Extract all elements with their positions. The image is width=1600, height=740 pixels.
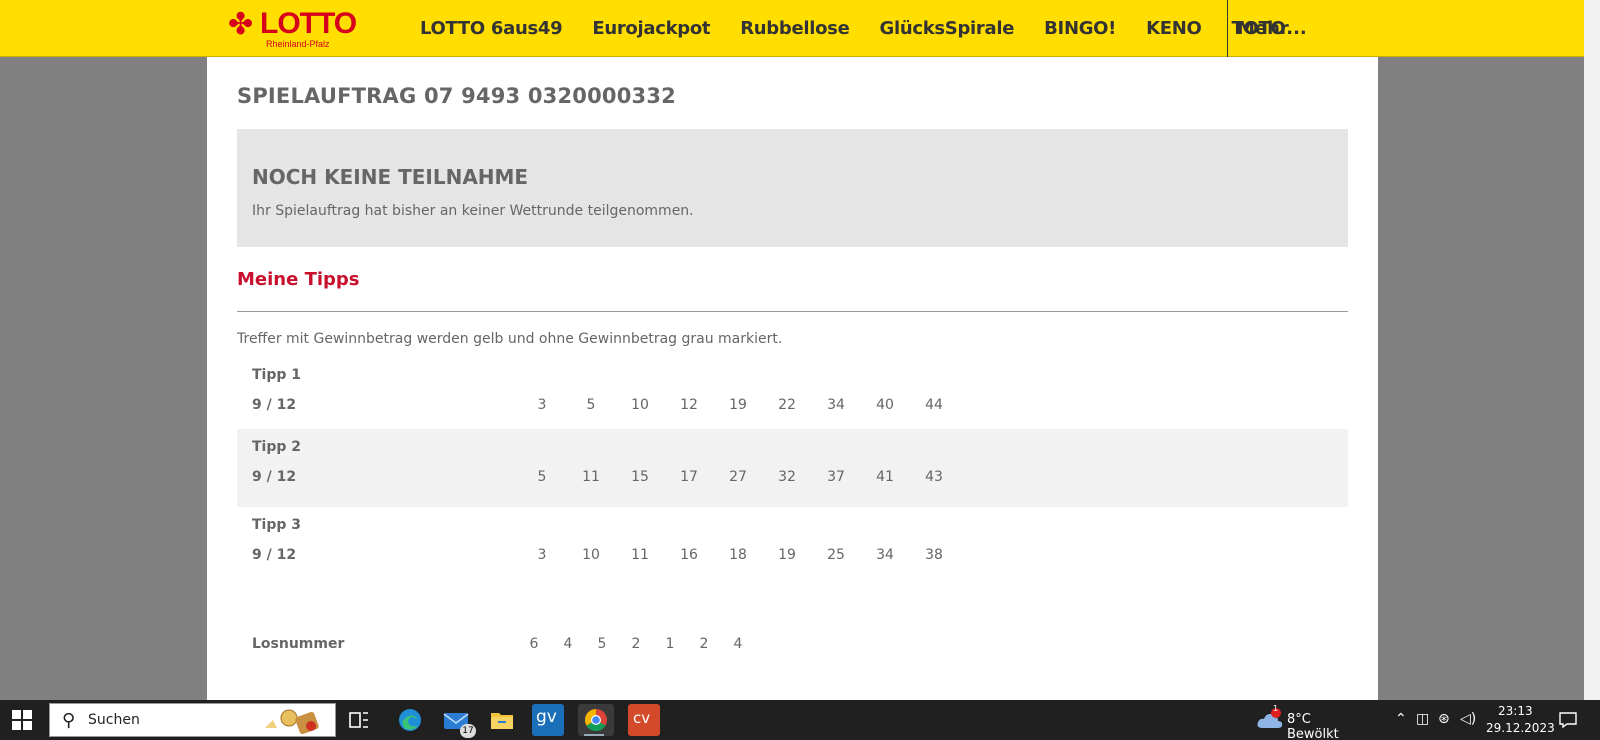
tip-number: 19	[778, 547, 796, 563]
tip-number: 44	[925, 397, 943, 413]
nav-divider	[1227, 0, 1228, 57]
nav-lotto-6aus49[interactable]: LOTTO 6aus49	[420, 18, 563, 39]
losnummer-digit: 4	[563, 636, 573, 652]
nav-bingo[interactable]: BINGO!	[1044, 18, 1116, 39]
tip-number: 12	[680, 397, 698, 413]
clock-date[interactable]: 29.12.2023	[1486, 721, 1555, 735]
search-label: Suchen	[88, 712, 140, 728]
site-header: ✤ LOTTO Rheinland-Pfalz LOTTO 6aus49 Eur…	[0, 0, 1584, 57]
tip-number: 18	[729, 547, 747, 563]
scrollbar[interactable]	[1584, 0, 1600, 700]
tip-row-2: Tipp 2 9 / 12 5 11 15 17 27 32 37 41 43	[237, 429, 1348, 507]
chrome-taskbar-button[interactable]	[578, 704, 614, 736]
tip-number: 43	[925, 469, 943, 485]
chrome-icon	[585, 709, 607, 731]
tip-label: Tipp 1	[252, 367, 302, 383]
tip-number: 38	[925, 547, 943, 563]
status-text: Ihr Spielauftrag hat bisher an keiner We…	[252, 203, 694, 219]
tip-score: 9 / 12	[252, 397, 297, 413]
content-panel: SPIELAUFTRAG 07 9493 0320000332 NOCH KEI…	[207, 57, 1378, 700]
windows-taskbar: ⚲ Suchen 17 gv cv 1 8°C Bewölkt ⌃ ◫ ⊛ ◁)…	[0, 700, 1600, 740]
legend-text: Treffer mit Gewinnbetrag werden gelb und…	[237, 331, 783, 347]
task-view-icon[interactable]	[343, 704, 375, 736]
tip-number: 10	[582, 547, 600, 563]
tip-number: 34	[876, 547, 894, 563]
mail-badge: 17	[460, 724, 476, 738]
cloud-icon[interactable]	[1256, 708, 1284, 732]
tip-number: 11	[582, 469, 600, 485]
tip-score: 9 / 12	[252, 469, 297, 485]
losnummer-label: Losnummer	[252, 636, 345, 652]
losnummer-digit: 2	[631, 636, 641, 652]
chevron-up-icon[interactable]: ⌃	[1395, 711, 1407, 727]
weather-badge: 1	[1273, 704, 1279, 713]
page-title: SPIELAUFTRAG 07 9493 0320000332	[237, 84, 676, 108]
tip-number: 5	[586, 397, 596, 413]
gv-app-icon[interactable]: gv	[532, 704, 564, 736]
network-icon[interactable]: ⊛	[1438, 711, 1450, 727]
gv-app-label: gv	[536, 707, 557, 727]
tip-number: 27	[729, 469, 747, 485]
tip-number: 22	[778, 397, 796, 413]
volume-icon[interactable]: ◁)	[1460, 711, 1476, 727]
tip-number: 40	[876, 397, 894, 413]
cv-app-label: cv	[633, 709, 651, 727]
nav-rubbellose[interactable]: Rubbellose	[740, 18, 850, 39]
tip-number: 15	[631, 469, 649, 485]
tip-row-1: Tipp 1 9 / 12 3 5 10 12 19 22 34 40 44	[237, 357, 1348, 435]
notification-icon[interactable]	[1558, 710, 1578, 730]
mail-icon[interactable]: 17	[440, 704, 476, 738]
tip-number: 32	[778, 469, 796, 485]
search-highlight-icon	[265, 709, 319, 735]
status-title: NOCH KEINE TEILNAHME	[252, 165, 529, 189]
tips-heading: Meine Tipps	[237, 269, 360, 290]
tip-number: 16	[680, 547, 698, 563]
taskbar-search-box[interactable]: ⚲ Suchen	[49, 703, 336, 737]
tip-label: Tipp 3	[252, 517, 302, 533]
tip-score: 9 / 12	[252, 547, 297, 563]
tip-label: Tipp 2	[252, 439, 302, 455]
tip-number: 41	[876, 469, 894, 485]
nav-eurojackpot[interactable]: Eurojackpot	[592, 18, 710, 39]
file-explorer-icon[interactable]	[486, 704, 518, 736]
logo-subtitle: Rheinland-Pfalz	[266, 39, 330, 49]
losnummer-digit: 4	[733, 636, 743, 652]
nav-gluecksspirale[interactable]: GlücksSpirale	[879, 18, 1014, 39]
active-indicator	[584, 734, 604, 736]
windows-start-icon[interactable]	[12, 710, 32, 730]
tip-number: 17	[680, 469, 698, 485]
meet-now-icon[interactable]: ◫	[1416, 711, 1429, 727]
participation-status-box: NOCH KEINE TEILNAHME Ihr Spielauftrag ha…	[237, 129, 1348, 247]
weather-text[interactable]: 8°C Bewölkt	[1287, 712, 1339, 740]
divider	[237, 311, 1348, 312]
logo-text: LOTTO	[260, 7, 357, 40]
nav-more[interactable]: Mehr...	[1237, 0, 1307, 57]
lotto-logo[interactable]: ✤ LOTTO Rheinland-Pfalz	[228, 8, 358, 50]
tip-number: 3	[537, 547, 547, 563]
tip-number: 25	[827, 547, 845, 563]
tip-row-3: Tipp 3 9 / 12 3 10 11 16 18 19 25 34 38	[237, 507, 1348, 585]
tip-number: 10	[631, 397, 649, 413]
main-nav: LOTTO 6aus49 Eurojackpot Rubbellose Glüc…	[420, 0, 1315, 57]
tip-number: 34	[827, 397, 845, 413]
losnummer-digit: 5	[597, 636, 607, 652]
tip-number: 11	[631, 547, 649, 563]
tip-number: 37	[827, 469, 845, 485]
tip-number: 19	[729, 397, 747, 413]
tip-number: 3	[537, 397, 547, 413]
clover-icon: ✤	[228, 7, 254, 42]
tip-number: 5	[537, 469, 547, 485]
losnummer-digit: 1	[665, 636, 675, 652]
cv-app-icon[interactable]: cv	[628, 704, 660, 736]
edge-icon[interactable]	[394, 704, 426, 736]
nav-keno[interactable]: KENO	[1146, 18, 1202, 39]
search-icon: ⚲	[62, 710, 76, 731]
losnummer-digit: 6	[529, 636, 539, 652]
clock-time[interactable]: 23:13	[1498, 704, 1533, 718]
losnummer-digit: 2	[699, 636, 709, 652]
